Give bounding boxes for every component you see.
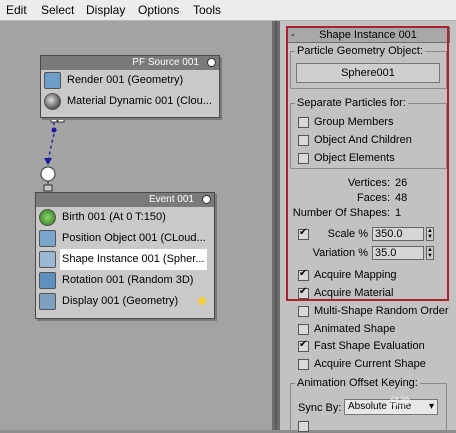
material-sphere-icon xyxy=(44,93,61,110)
group-label: Animation Offset Keying: xyxy=(295,377,420,389)
checkbox-label: Animated Shape xyxy=(314,323,396,335)
render-icon xyxy=(44,72,61,89)
pf-source-title[interactable]: PF Source 001 xyxy=(41,56,219,70)
particle-view-canvas[interactable]: PF Source 001 Render 001 (Geometry) Mate… xyxy=(0,21,272,430)
operator-render[interactable]: Render 001 (Geometry) xyxy=(41,70,219,91)
multi-shape-random-order-checkbox[interactable] xyxy=(298,306,309,317)
position-object-icon xyxy=(39,230,56,247)
event-title[interactable]: Event 001 xyxy=(36,193,214,207)
operator-birth[interactable]: Birth 001 (At 0 T:150) xyxy=(36,207,214,228)
pf-source-title-text: PF Source 001 xyxy=(132,57,199,68)
operator-rotation[interactable]: Rotation 001 (Random 3D) xyxy=(36,270,214,291)
animation-offset-checkbox[interactable] xyxy=(298,421,309,432)
info-icon[interactable] xyxy=(207,58,216,67)
operator-position-object[interactable]: Position Object 001 (CLoud... xyxy=(36,228,214,249)
info-icon[interactable] xyxy=(202,195,211,204)
acquire-current-shape-checkbox[interactable] xyxy=(298,359,309,370)
event-input-port xyxy=(40,166,56,182)
chevron-down-icon: ▾ xyxy=(428,401,434,412)
menu-bar: Edit Select Display Options Tools xyxy=(0,0,456,21)
panel-divider-line xyxy=(275,21,277,430)
wire-arrow xyxy=(44,158,52,165)
event-input-socket xyxy=(43,184,53,192)
checkbox-label: Acquire Current Shape xyxy=(314,358,426,370)
menu-display[interactable]: Display xyxy=(86,3,125,17)
operator-label: Shape Instance 001 (Spher... xyxy=(60,249,207,270)
operator-label: Display 001 (Geometry) xyxy=(62,295,179,307)
operator-shape-instance[interactable]: Shape Instance 001 (Spher... xyxy=(36,249,214,270)
operator-label: Position Object 001 (CLoud... xyxy=(62,232,206,244)
fast-shape-evaluation-checkbox[interactable] xyxy=(298,339,309,352)
sync-by-label: Sync By: xyxy=(298,402,342,414)
watermark-text: 经验 xyxy=(390,397,410,408)
parameters-panel: - Shape Instance 001 Particle Geometry O… xyxy=(280,21,456,433)
operator-label: Birth 001 (At 0 T:150) xyxy=(62,211,166,223)
display-icon xyxy=(39,293,56,310)
operator-display[interactable]: Display 001 (Geometry) xyxy=(36,291,214,312)
animated-shape-checkbox[interactable] xyxy=(298,324,309,335)
menu-tools[interactable]: Tools xyxy=(193,3,221,17)
menu-select[interactable]: Select xyxy=(41,3,74,17)
event-node[interactable]: Event 001 Birth 001 (At 0 T:150) Positio… xyxy=(35,192,215,319)
shape-instance-icon xyxy=(39,251,56,268)
checkbox-label: Multi-Shape Random Order xyxy=(314,305,449,317)
event-title-text: Event 001 xyxy=(148,194,194,205)
checkbox-label: Fast Shape Evaluation xyxy=(314,340,425,352)
menu-edit[interactable]: Edit xyxy=(6,3,27,17)
operator-label: Render 001 (Geometry) xyxy=(67,74,184,86)
pf-source-node[interactable]: PF Source 001 Render 001 (Geometry) Mate… xyxy=(40,55,220,118)
operator-label: Rotation 001 (Random 3D) xyxy=(62,274,194,286)
operator-material-dynamic[interactable]: Material Dynamic 001 (Clou... xyxy=(41,91,219,112)
birth-icon xyxy=(39,209,56,226)
display-color-swatch xyxy=(198,297,206,305)
wire-dot xyxy=(51,127,57,133)
highlight-box xyxy=(286,26,449,301)
menu-options[interactable]: Options xyxy=(138,3,179,17)
rotation-icon xyxy=(39,272,56,289)
operator-label: Material Dynamic 001 (Clou... xyxy=(67,95,212,107)
